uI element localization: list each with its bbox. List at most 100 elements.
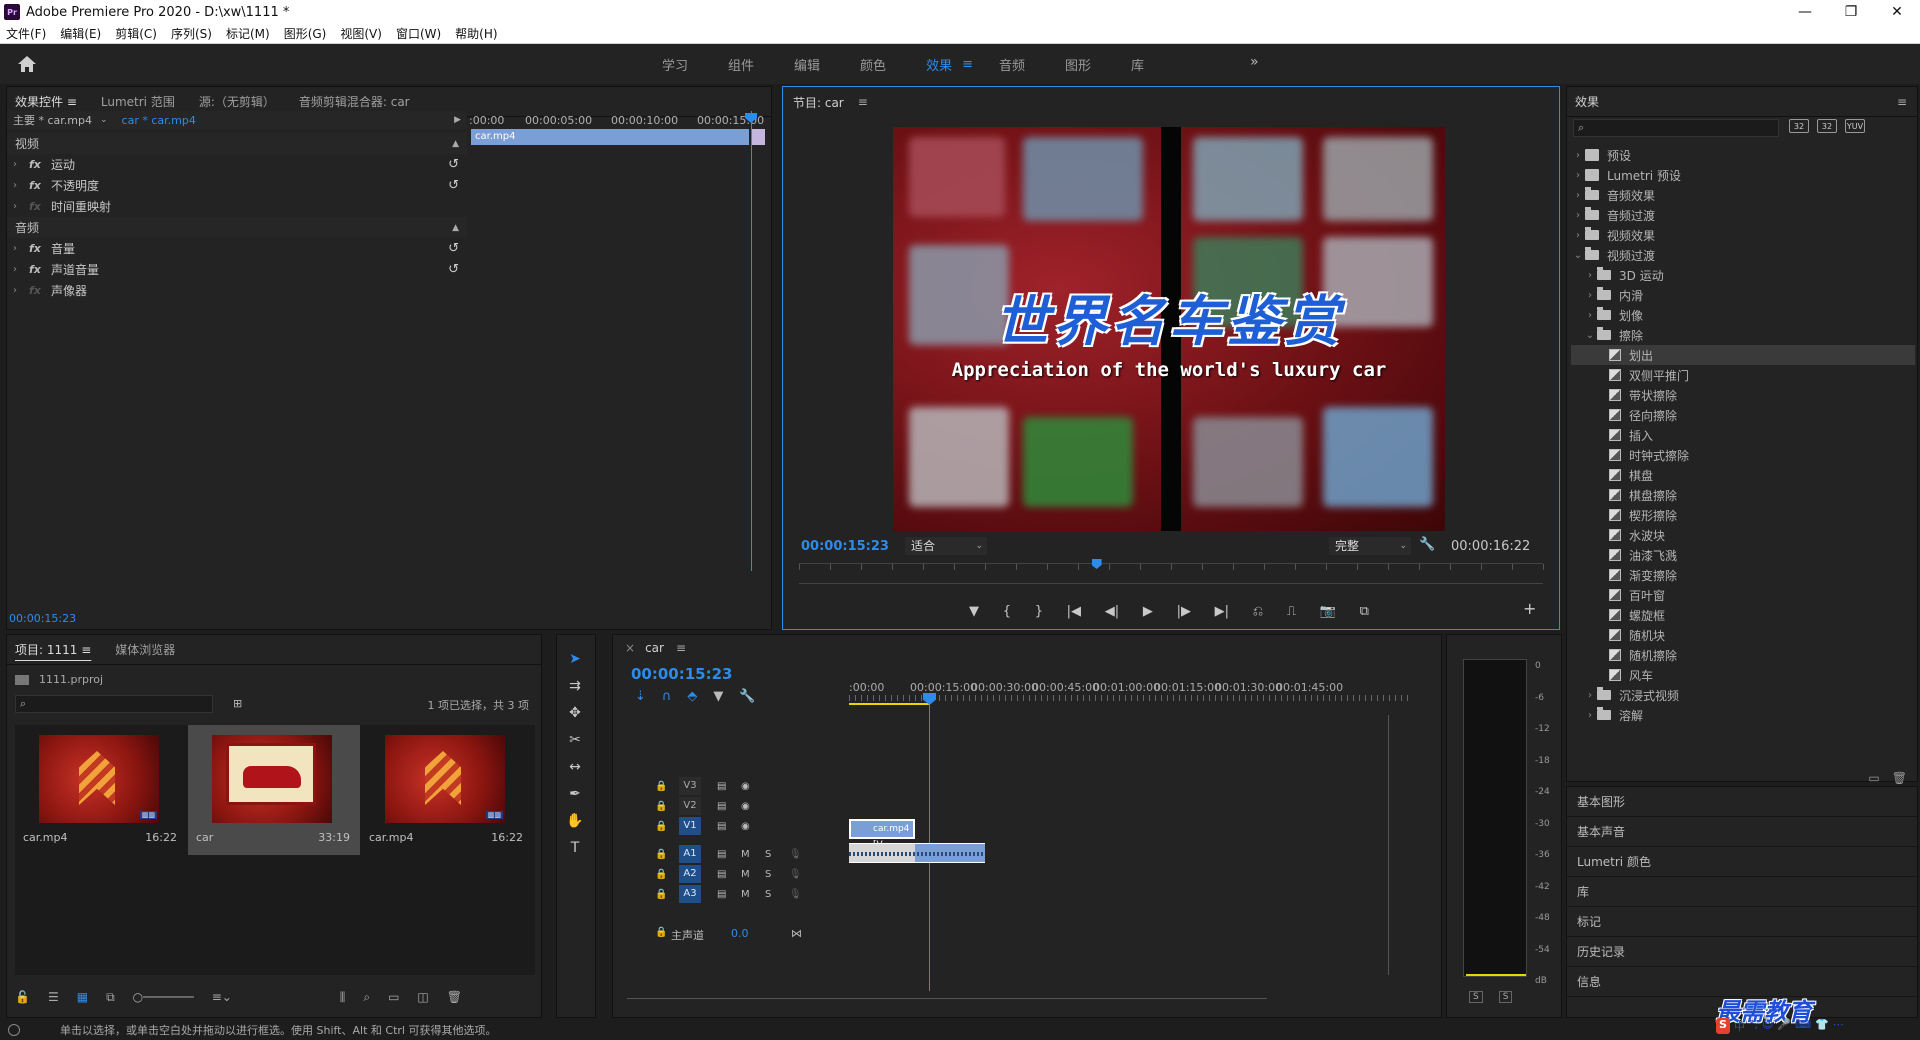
ime-button[interactable]: ☺ (1762, 1018, 1773, 1034)
chevron-right-icon[interactable]: › (1583, 270, 1597, 281)
project-item[interactable]: car 33:19 (188, 725, 360, 855)
project-search-input[interactable]: ⌕ (15, 695, 213, 713)
effect-item[interactable]: 风车 (1571, 665, 1915, 685)
maximize-button[interactable]: ❐ (1828, 0, 1874, 24)
track-target-toggle[interactable]: V2 (679, 797, 701, 815)
ime-button[interactable]: 中 (1734, 1018, 1745, 1034)
clip-v1-car[interactable]: car.mp4 [V (849, 819, 915, 850)
hand-tool[interactable]: ✋ (565, 813, 585, 831)
chevron-right-icon[interactable]: › (1583, 710, 1597, 721)
timeline-tab-car[interactable]: car (645, 641, 664, 655)
effect-item[interactable]: 随机块 (1571, 625, 1915, 645)
pen-tool[interactable]: ✒ (565, 786, 585, 804)
ime-button[interactable]: ⋯ (1833, 1018, 1844, 1034)
mute-button[interactable]: M (741, 849, 750, 860)
sync-lock-icon[interactable]: ▤ (717, 849, 726, 860)
menu-item[interactable]: 剪辑(C) (115, 25, 157, 42)
chevron-right-icon[interactable]: › (1571, 150, 1585, 161)
ec-playhead[interactable] (751, 111, 752, 571)
lock-icon[interactable]: 🔒 (655, 869, 667, 880)
chevron-right-icon[interactable]: › (1571, 210, 1585, 221)
side-panel-tab[interactable]: 标记 (1567, 907, 1917, 937)
menu-item[interactable]: 序列(S) (171, 25, 212, 42)
panel-menu-icon[interactable]: ≡ (858, 95, 868, 109)
workspace-tab[interactable]: 音频 (999, 55, 1025, 74)
track-target-toggle[interactable]: A3 (679, 885, 701, 903)
effect-folder[interactable]: › 内滑 (1571, 285, 1915, 305)
microphone-icon[interactable]: 🎙 (789, 869, 802, 880)
collapse-icon[interactable]: ▲ (452, 223, 459, 233)
solo-left-button[interactable]: S (1469, 991, 1483, 1003)
side-panel-tab[interactable]: Lumetri 颜色 (1567, 847, 1917, 877)
new-bin-icon[interactable]: ▭ (1868, 771, 1879, 785)
fx-toggle-icon[interactable]: fx (29, 263, 43, 276)
tab-effect-controls[interactable]: 效果控件 ≡ (15, 93, 77, 110)
ime-button[interactable]: °, (1749, 1018, 1758, 1034)
effect-item[interactable]: 油漆飞溅 (1571, 545, 1915, 565)
effect-item[interactable]: 渐变擦除 (1571, 565, 1915, 585)
effect-controls-ruler[interactable]: :00:00 00:00:05:00 00:00:10:00 00:00:15:… (469, 111, 771, 129)
timeline-vertical-scrollbar[interactable] (1388, 715, 1389, 975)
chevron-right-icon[interactable]: › (13, 159, 23, 170)
linked-selection-icon[interactable]: ⬘ (687, 689, 697, 704)
zoom-slider[interactable]: ○─────── (133, 990, 194, 1004)
effect-folder[interactable]: › 3D 运动 (1571, 265, 1915, 285)
lock-icon[interactable]: 🔒 (655, 889, 667, 900)
workspace-tab[interactable]: 编辑 (794, 55, 820, 74)
automate-to-sequence-icon[interactable]: ⫼ (340, 990, 346, 1005)
minimize-button[interactable]: — (1782, 0, 1828, 24)
workspace-tab[interactable]: 组件 (728, 55, 754, 74)
menu-item[interactable]: 图形(G) (284, 25, 327, 42)
effect-item[interactable]: 螺旋框 (1571, 605, 1915, 625)
play-button[interactable]: ▶ (1143, 604, 1153, 619)
menu-item[interactable]: 窗口(W) (396, 25, 441, 42)
go-to-in-button[interactable]: |◀ (1067, 604, 1081, 619)
ec-effect-row[interactable]: › fx 声像器 (7, 280, 467, 301)
effect-folder[interactable]: › 沉浸式视频 (1571, 685, 1915, 705)
effect-folder[interactable]: ⌄ 擦除 (1571, 325, 1915, 345)
chevron-down-icon[interactable]: ⌄ (1583, 330, 1597, 341)
chevron-right-icon[interactable]: › (1571, 170, 1585, 181)
track-target-toggle[interactable]: A1 (679, 845, 701, 863)
tab-source[interactable]: 源:（无剪辑） (199, 93, 275, 110)
effect-item[interactable]: 棋盘 (1571, 465, 1915, 485)
track-target-toggle[interactable]: V1 (679, 817, 701, 835)
add-marker-button[interactable]: ▼ (969, 604, 979, 619)
workspace-tab[interactable]: 颜色 (860, 55, 886, 74)
list-view-icon[interactable]: ☰ (48, 990, 59, 1004)
home-icon[interactable] (16, 54, 38, 74)
effect-folder[interactable]: ⌄ 视频过渡 (1571, 245, 1915, 265)
razor-tool[interactable]: ✂ (565, 732, 585, 750)
new-item-icon[interactable]: ◫ (417, 990, 428, 1004)
ec-effect-row[interactable]: › fx 音量 ↺ (7, 238, 467, 259)
program-current-timecode[interactable]: 00:00:15:23 (801, 539, 889, 554)
workspace-tab[interactable]: 图形 (1065, 55, 1091, 74)
create-bin-from-search-icon[interactable]: ⊞ (233, 697, 242, 710)
solo-button[interactable]: S (765, 869, 771, 880)
add-marker-icon[interactable]: ▼ (713, 689, 723, 704)
track-target-toggle[interactable]: A2 (679, 865, 701, 883)
ime-button[interactable]: S (1716, 1018, 1730, 1034)
mark-in-button[interactable]: { (1003, 604, 1011, 619)
sync-lock-icon[interactable]: ▤ (717, 781, 726, 792)
microphone-icon[interactable]: 🎙 (789, 849, 802, 860)
timeline-timecode[interactable]: 00:00:15:23 (631, 665, 733, 683)
sync-lock-icon[interactable]: ▤ (717, 801, 726, 812)
slip-tool[interactable]: ↔ (565, 759, 585, 777)
find-icon[interactable]: ⌕ (363, 990, 370, 1005)
lock-icon[interactable]: 🔒 (655, 821, 667, 832)
microphone-icon[interactable]: 🎙 (789, 889, 802, 900)
reset-icon[interactable]: ↺ (448, 241, 459, 256)
sync-lock-icon[interactable]: ▤ (717, 821, 726, 832)
button-editor-add-button[interactable]: + (1523, 599, 1536, 618)
workspace-menu-icon[interactable]: ≡ (962, 57, 973, 72)
step-back-button[interactable]: ◀| (1105, 604, 1119, 619)
side-panel-tab[interactable]: 基本图形 (1567, 787, 1917, 817)
effect-item[interactable]: 百叶窗 (1571, 585, 1915, 605)
freeform-view-icon[interactable]: ⧉ (106, 990, 115, 1005)
effect-item[interactable]: 带状擦除 (1571, 385, 1915, 405)
fx-toggle-icon[interactable]: fx (29, 242, 43, 255)
trash-icon[interactable]: 🗑 (447, 990, 462, 1004)
extract-button[interactable]: ⎍ (1287, 604, 1296, 619)
lock-icon[interactable]: 🔓 (15, 990, 30, 1004)
